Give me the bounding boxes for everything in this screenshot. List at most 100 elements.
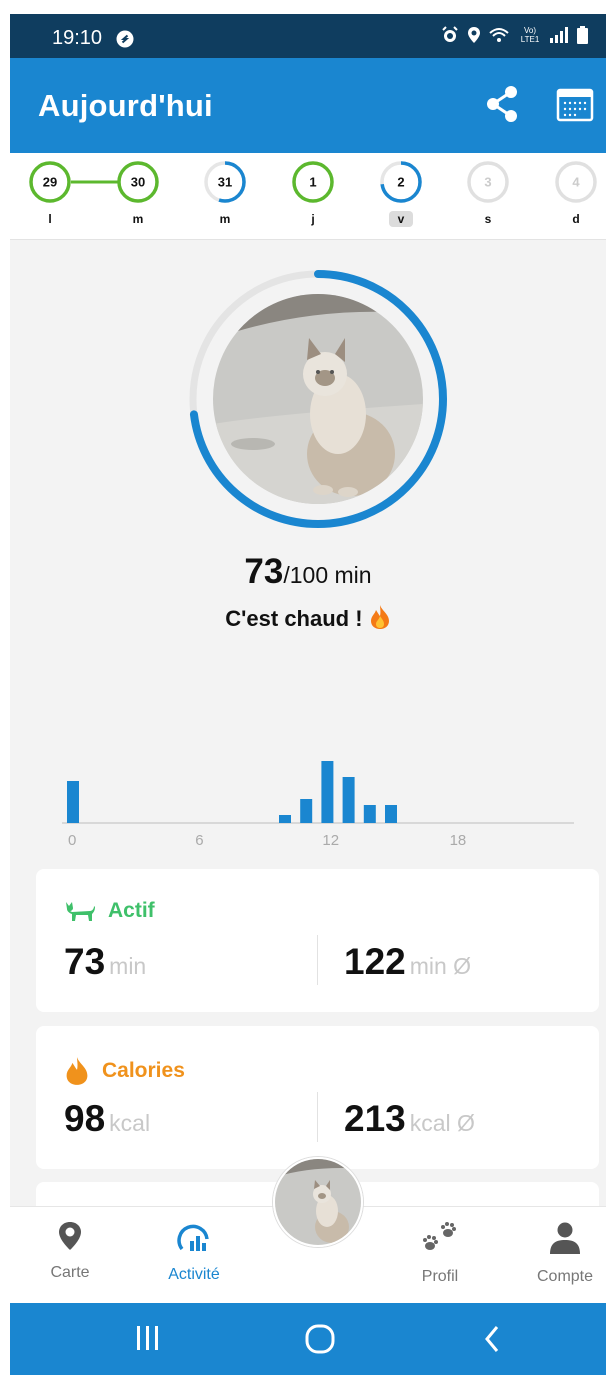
share-icon[interactable] (482, 84, 522, 124)
active-avg-unit: min Ø (409, 953, 472, 979)
page-title: Aujourd'hui (38, 88, 213, 123)
active-title: Actif (108, 899, 155, 922)
pet-photo (213, 294, 423, 504)
x-tick-label: 18 (449, 832, 467, 849)
recent-apps-icon[interactable] (135, 1323, 161, 1353)
day-progress-ring: 1 (292, 161, 334, 203)
day-progress-ring: 4 (555, 161, 597, 203)
active-value: 73 (64, 941, 106, 982)
calories-avg-unit: kcal Ø (409, 1110, 475, 1136)
day-number: 2 (397, 175, 404, 190)
active-avg-value: 122 (344, 941, 406, 982)
app-bar: Aujourd'hui (10, 58, 606, 153)
calories-title: Calories (102, 1059, 185, 1082)
active-unit: min (109, 953, 147, 979)
system-navigation-bar (10, 1303, 606, 1375)
bar-hour-0 (67, 781, 79, 823)
day-progress-ring: 2 (380, 161, 422, 203)
day-progress-ring: 29 (29, 161, 71, 203)
fire-icon (370, 605, 389, 629)
cat-icon (66, 902, 95, 921)
hourly-activity-chart (62, 761, 574, 824)
goal-current: 73 (244, 552, 284, 591)
day-letter: j (311, 212, 315, 226)
day-letter: d (572, 212, 580, 226)
calories-card[interactable]: Calories 98 kcal 213 kcal Ø (36, 1026, 599, 1169)
network-label: Vo) LTE1 (520, 26, 540, 44)
goal-target: /100 min (283, 562, 372, 588)
day-number: 3 (484, 175, 491, 190)
map-pin-icon (59, 1222, 81, 1250)
goal-tagline-row: C'est chaud ! (10, 604, 606, 632)
calories-header: Calories (64, 1056, 185, 1086)
day-31[interactable]: 31 m (200, 159, 250, 228)
day-3[interactable]: 3s (463, 159, 513, 228)
day-letter: m (219, 212, 231, 226)
day-progress-ring: 31 (204, 161, 246, 203)
nav-activity[interactable]: Activité (144, 1221, 244, 1284)
activity-icon (177, 1224, 209, 1251)
bar-hour-15 (385, 805, 397, 823)
day-2[interactable]: 2v (376, 159, 426, 228)
day-number: 30 (131, 175, 145, 190)
nav-profile-label: Profil (421, 1268, 459, 1285)
nav-profile[interactable]: Profil (390, 1221, 490, 1286)
phone-screen: 19:10 Vo) LTE1 Aujourd'hui 29 l 30 m 31 … (10, 14, 606, 1375)
pet-avatar-button[interactable] (273, 1157, 363, 1247)
day-progress-ring: 30 (117, 161, 159, 203)
bar-hour-13 (342, 777, 355, 823)
battery-icon (577, 26, 588, 44)
status-bar: 19:10 Vo) LTE1 (10, 14, 606, 58)
active-average: 122 min Ø (344, 941, 471, 983)
day-30[interactable]: 30 m (113, 159, 163, 228)
active-today: 73 min (64, 941, 146, 983)
day-letter: v (388, 211, 414, 227)
day-4[interactable]: 4d (551, 159, 601, 228)
location-icon (468, 27, 480, 43)
calories-average: 213 kcal Ø (344, 1098, 475, 1140)
calories-today: 98 kcal (64, 1098, 150, 1140)
day-29[interactable]: 29 l (25, 159, 75, 228)
day-number: 31 (218, 175, 232, 190)
calories-value: 98 (64, 1098, 106, 1139)
back-icon[interactable] (482, 1323, 502, 1355)
active-header: Actif (64, 899, 155, 923)
nav-activity-label: Activité (168, 1266, 220, 1283)
goal-text: 73/100 min (10, 552, 606, 592)
divider (317, 1092, 318, 1142)
day-number: 1 (309, 175, 316, 190)
goal-tagline: C'est chaud ! (225, 606, 363, 631)
day-letter: s (484, 212, 492, 226)
calories-avg-value: 213 (344, 1098, 406, 1139)
shazam-icon (116, 30, 134, 48)
nav-account-label: Compte (536, 1268, 594, 1285)
day-number: 4 (572, 175, 580, 190)
day-1[interactable]: 1j (288, 159, 338, 228)
wifi-icon (489, 28, 509, 42)
day-progress-ring: 3 (467, 161, 509, 203)
calendar-icon[interactable] (556, 86, 594, 122)
alarm-icon (442, 26, 458, 42)
x-tick-label: 6 (195, 832, 204, 849)
day-number: 29 (43, 175, 57, 190)
day-letter: m (132, 212, 144, 226)
day-letter: l (48, 212, 52, 226)
person-icon (550, 1222, 580, 1254)
nav-map[interactable]: Carte (20, 1221, 120, 1282)
nav-map-label: Carte (50, 1264, 90, 1281)
bar-hour-11 (300, 799, 313, 823)
bar-hour-12 (321, 761, 334, 823)
active-card[interactable]: Actif 73 min 122 min Ø (36, 869, 599, 1012)
bar-hour-10 (279, 815, 291, 823)
nav-account[interactable]: Compte (515, 1221, 606, 1286)
calories-unit: kcal (109, 1110, 151, 1136)
x-tick-label: 12 (322, 832, 340, 849)
status-icons: Vo) LTE1 (441, 26, 588, 44)
paw-icon (423, 1222, 456, 1250)
day-selector: 29 l 30 m 31 m 1 j 2 v 3 s 4 d (10, 153, 606, 240)
flame-icon (66, 1057, 88, 1085)
bar-hour-14 (363, 805, 376, 823)
signal-icon (550, 27, 568, 43)
x-tick-label: 0 (68, 832, 77, 849)
home-icon[interactable] (304, 1323, 336, 1355)
